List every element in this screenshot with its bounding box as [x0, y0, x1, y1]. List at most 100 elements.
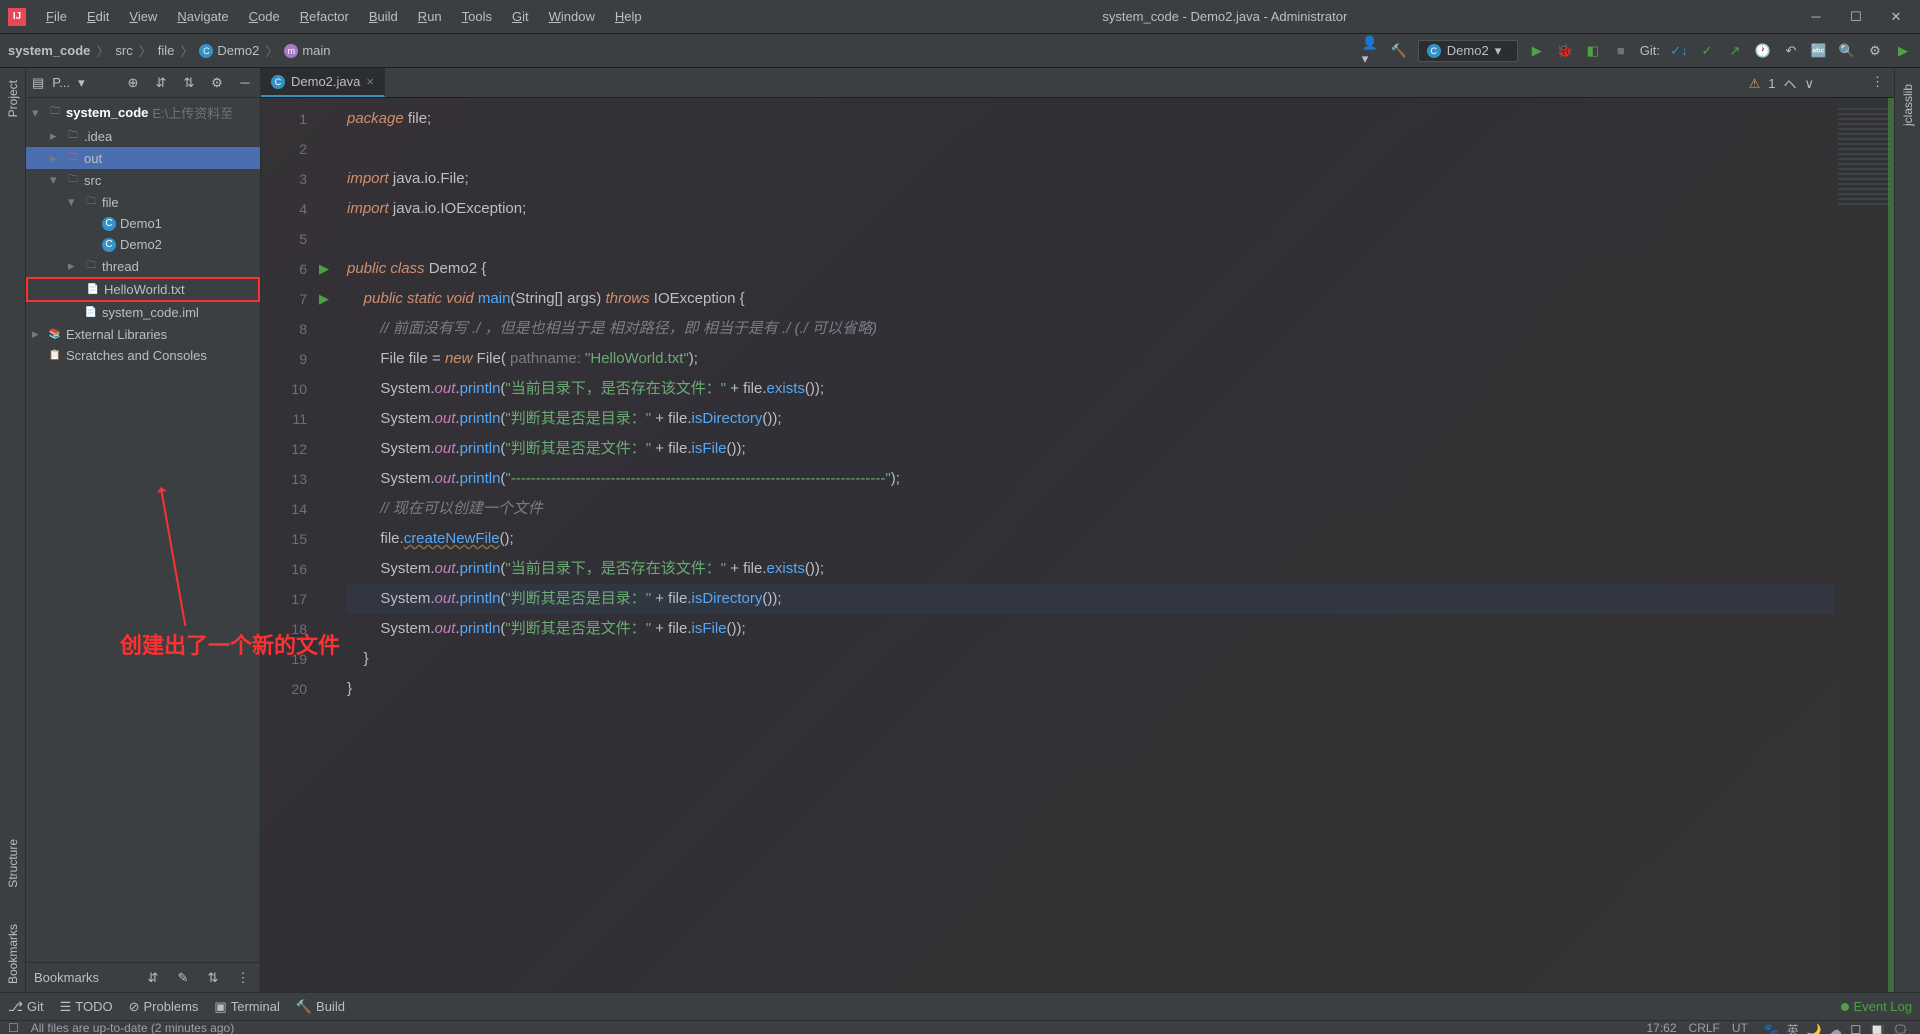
tray-icon[interactable]: 🗯: [1893, 1023, 1908, 1034]
bottom-tool-problems[interactable]: ⊘Problems: [129, 999, 199, 1015]
run-gutter[interactable]: ▶▶: [313, 98, 335, 992]
code-line[interactable]: System.out.println("当前目录下，是否存在该文件：" + fi…: [347, 554, 1834, 584]
tree-item[interactable]: CDemo2: [26, 234, 260, 255]
chevron-icon[interactable]: ▸: [32, 326, 44, 342]
run-config-selector[interactable]: C Demo2 ▾: [1418, 40, 1518, 62]
bottom-tool-git[interactable]: ⎇Git: [8, 999, 44, 1015]
tool-structure[interactable]: Structure: [6, 831, 20, 896]
debug-icon[interactable]: 🐞: [1556, 42, 1574, 60]
code-line[interactable]: System.out.println("判断其是否是目录：" + file.is…: [347, 584, 1834, 614]
menu-window[interactable]: Window: [541, 5, 603, 28]
gear-icon[interactable]: ⚙: [208, 74, 226, 92]
hammer-icon[interactable]: 🔨: [1390, 42, 1408, 60]
code-line[interactable]: System.out.println("判断其是否是目录：" + file.is…: [347, 404, 1834, 434]
tree-item[interactable]: ▾🗀system_code E:\上传资料至: [26, 100, 260, 125]
tray-icon[interactable]: 口: [1850, 1023, 1862, 1034]
minimize-button[interactable]: ─: [1800, 3, 1832, 31]
event-log[interactable]: Event Log: [1841, 999, 1912, 1014]
tree-item[interactable]: ▾🗀src: [26, 169, 260, 191]
breadcrumb-item[interactable]: CDemo2: [199, 43, 259, 58]
play-extra-icon[interactable]: ▶: [1894, 42, 1912, 60]
chevron-icon[interactable]: ▸: [50, 128, 62, 144]
line-number-gutter[interactable]: 1234567891011121314151617181920: [261, 98, 313, 992]
code-line[interactable]: }: [347, 644, 1834, 674]
code-line[interactable]: package file;: [347, 104, 1834, 134]
menu-refactor[interactable]: Refactor: [292, 5, 357, 28]
tree-item[interactable]: 📋Scratches and Consoles: [26, 345, 260, 366]
code-line[interactable]: public class Demo2 {: [347, 254, 1834, 284]
coverage-icon[interactable]: ◧: [1584, 42, 1602, 60]
tree-item[interactable]: ▸🗀.idea: [26, 125, 260, 147]
run-line-icon[interactable]: ▶: [319, 291, 329, 307]
cursor-position[interactable]: 17:62: [1647, 1021, 1677, 1034]
breadcrumb-item[interactable]: mmain: [284, 43, 330, 58]
chevron-icon[interactable]: ▸: [50, 150, 62, 166]
breadcrumb-item[interactable]: file: [158, 43, 175, 58]
line-separator[interactable]: CRLF: [1689, 1021, 1720, 1034]
code-area[interactable]: package file; import java.io.File;import…: [335, 98, 1834, 992]
git-history-icon[interactable]: 🕐: [1754, 42, 1772, 60]
editor-tab[interactable]: C Demo2.java ×: [261, 68, 385, 97]
select-target-icon[interactable]: ⊕: [124, 74, 142, 92]
project-tree[interactable]: ▾🗀system_code E:\上传资料至▸🗀.idea▸🗀out▾🗀src▾…: [26, 98, 260, 962]
menu-code[interactable]: Code: [241, 5, 288, 28]
menu-build[interactable]: Build: [361, 5, 406, 28]
run-icon[interactable]: ▶: [1528, 42, 1546, 60]
dropdown-icon[interactable]: ▾: [78, 75, 85, 91]
tree-item[interactable]: ▸🗀out: [26, 147, 260, 169]
tray-icon[interactable]: 🌙: [1807, 1023, 1822, 1034]
code-line[interactable]: System.out.println("判断其是否是文件：" + file.is…: [347, 614, 1834, 644]
code-line[interactable]: file.createNewFile();: [347, 524, 1834, 554]
menu-tools[interactable]: Tools: [454, 5, 500, 28]
menu-file[interactable]: File: [38, 5, 75, 28]
scrollbar-track[interactable]: [1888, 98, 1894, 992]
bm-edit-icon[interactable]: ✎: [174, 969, 192, 987]
chevron-icon[interactable]: ▸: [68, 258, 80, 274]
tree-item[interactable]: 📄HelloWorld.txt: [26, 277, 260, 302]
bottom-tool-todo[interactable]: ☰TODO: [60, 999, 113, 1015]
menu-run[interactable]: Run: [410, 5, 450, 28]
git-update-icon[interactable]: ✓↓: [1670, 42, 1688, 60]
bm-sort-icon[interactable]: ⇵: [144, 969, 162, 987]
bottom-tool-terminal[interactable]: ▣Terminal: [214, 999, 279, 1015]
tool-jclasslib[interactable]: jclasslib: [1901, 76, 1915, 134]
collapse-icon[interactable]: ⇅: [180, 74, 198, 92]
code-line[interactable]: import java.io.File;: [347, 164, 1834, 194]
code-line[interactable]: // 前面没有写 ./ ，但是也相当于是 相对路径，即 相当于是有 ./ (./…: [347, 314, 1834, 344]
stop-icon[interactable]: ■: [1612, 42, 1630, 60]
encoding[interactable]: UT: [1732, 1021, 1748, 1034]
translate-icon[interactable]: 🔤: [1810, 42, 1828, 60]
tree-item[interactable]: CDemo1: [26, 213, 260, 234]
git-commit-icon[interactable]: ✓: [1698, 42, 1716, 60]
bottom-tool-build[interactable]: 🔨Build: [296, 999, 345, 1015]
close-button[interactable]: ✕: [1880, 3, 1912, 31]
tree-item[interactable]: ▸📚External Libraries: [26, 323, 260, 345]
menu-git[interactable]: Git: [504, 5, 537, 28]
chevron-icon[interactable]: ▾: [50, 172, 62, 188]
maximize-button[interactable]: ☐: [1840, 3, 1872, 31]
vcs-status-icon[interactable]: ☐: [8, 1021, 19, 1034]
next-problem-icon[interactable]: ∨: [1804, 76, 1814, 92]
bm-expand-icon[interactable]: ⇅: [204, 969, 222, 987]
tree-item[interactable]: 📄system_code.iml: [26, 302, 260, 323]
expand-icon[interactable]: ⇵: [152, 74, 170, 92]
hide-icon[interactable]: ─: [236, 74, 254, 92]
breadcrumb-item[interactable]: system_code: [8, 43, 90, 58]
menu-edit[interactable]: Edit: [79, 5, 117, 28]
breadcrumb-item[interactable]: src: [115, 43, 132, 58]
tray-icon[interactable]: ☁: [1830, 1023, 1842, 1034]
code-line[interactable]: import java.io.IOException;: [347, 194, 1834, 224]
inspection-widget[interactable]: ⚠ 1 ヘ ∨: [1749, 74, 1814, 93]
chevron-icon[interactable]: ▾: [32, 105, 44, 121]
close-tab-icon[interactable]: ×: [366, 74, 374, 89]
code-line[interactable]: File file = new File( pathname: "HelloWo…: [347, 344, 1834, 374]
tool-bookmarks[interactable]: Bookmarks: [6, 916, 20, 992]
settings-icon[interactable]: ⚙: [1866, 42, 1884, 60]
code-line[interactable]: // 现在可以创建一个文件: [347, 494, 1834, 524]
breadcrumb[interactable]: system_code〉src〉file〉CDemo2〉mmain: [8, 41, 331, 60]
code-line[interactable]: }: [347, 674, 1834, 704]
menu-help[interactable]: Help: [607, 5, 650, 28]
code-line[interactable]: System.out.println("判断其是否是文件：" + file.is…: [347, 434, 1834, 464]
tree-item[interactable]: ▾🗀file: [26, 191, 260, 213]
add-config-icon[interactable]: 👤▾: [1362, 42, 1380, 60]
